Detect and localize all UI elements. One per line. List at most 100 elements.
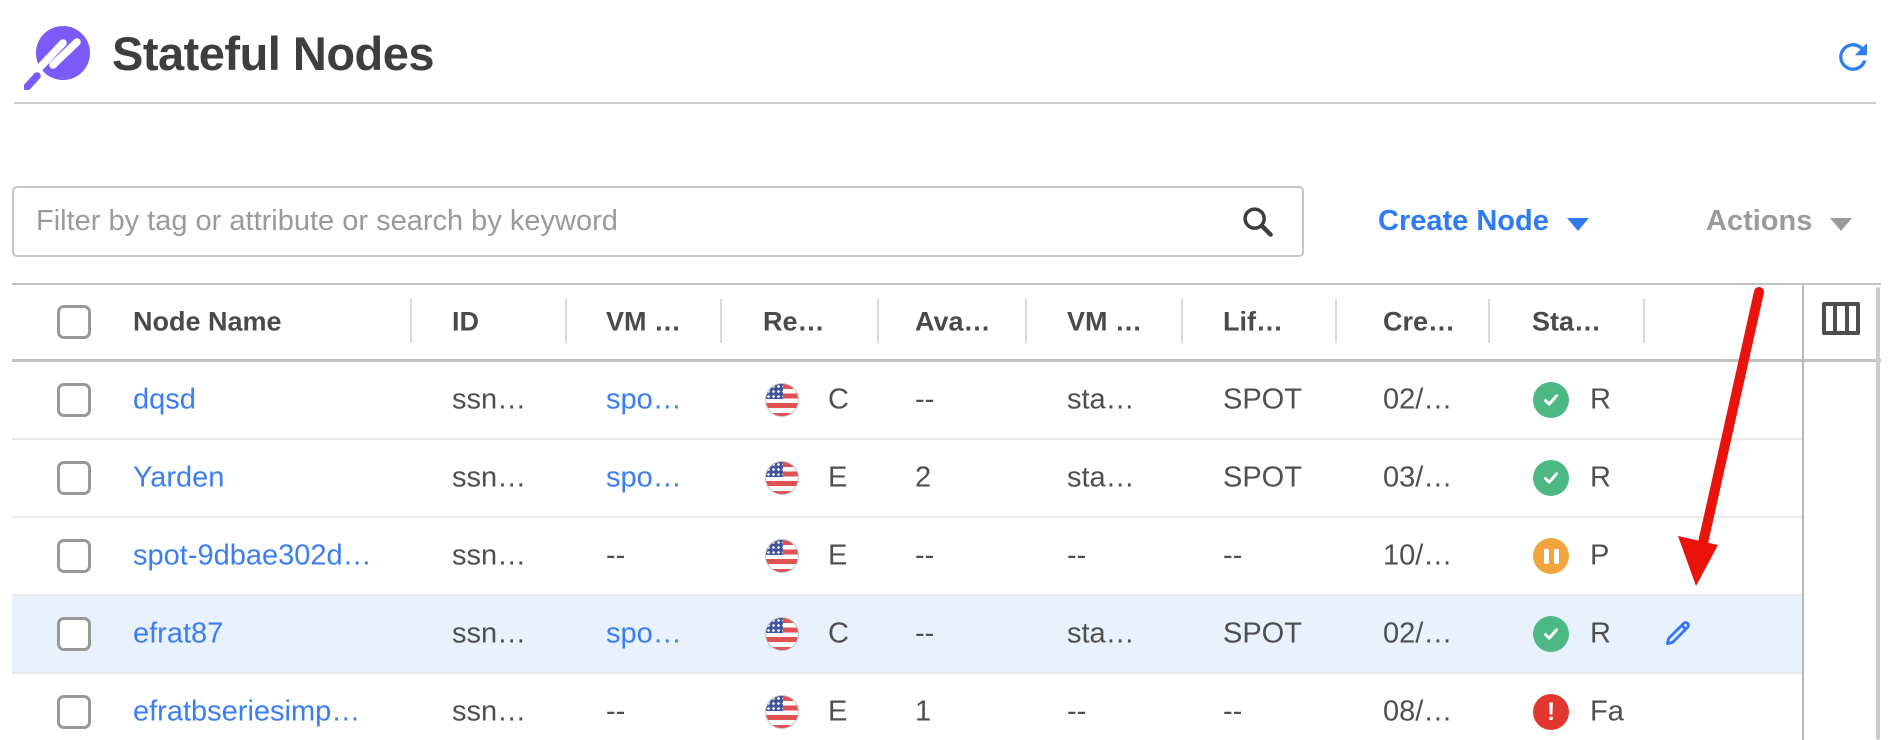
column-header[interactable]: Node Name (133, 307, 282, 338)
column-header[interactable]: Re… (763, 307, 825, 338)
availability-zone-cell: -- (915, 384, 934, 417)
status-running-icon (1533, 382, 1569, 418)
status-cell: R (1590, 462, 1642, 495)
row-checkbox[interactable] (57, 383, 91, 417)
actions-button[interactable]: Actions (1706, 186, 1852, 257)
filter-input[interactable] (12, 186, 1304, 257)
availability-zone-cell: 2 (915, 462, 931, 495)
us-flag-icon (765, 383, 799, 417)
created-cell: 08/… (1383, 696, 1452, 729)
table-header-row: Node Name ID VM … Re… Ava… VM … Lif… Cre… Sta… (12, 285, 1802, 359)
availability-zone-cell: 1 (915, 696, 931, 729)
column-separator (1181, 299, 1183, 343)
status-running-icon (1533, 616, 1569, 652)
id-cell: ssn… (452, 462, 526, 495)
column-header[interactable]: Lif… (1223, 307, 1283, 338)
column-header[interactable]: VM … (606, 307, 681, 338)
columns-icon (1849, 306, 1856, 331)
vm-state-cell: sta… (1067, 384, 1135, 417)
column-header[interactable]: ID (452, 307, 479, 338)
node-name-link[interactable]: efrat87 (133, 618, 223, 651)
create-node-button[interactable]: Create Node (1378, 186, 1589, 257)
us-flag-icon (765, 617, 799, 651)
lifecycle-cell: -- (1223, 696, 1242, 729)
column-header[interactable]: VM … (1067, 307, 1142, 338)
status-failed-icon: ! (1533, 694, 1569, 730)
column-picker-button[interactable] (1822, 302, 1860, 335)
column-separator (877, 299, 879, 343)
column-separator (1488, 299, 1490, 343)
vm-cell[interactable]: spo… (606, 462, 682, 495)
table-row[interactable]: Yarden ssn… spo… E 2 sta… SPOT 03/… R (12, 440, 1802, 518)
region-cell: E (828, 540, 847, 573)
us-flag-icon (765, 539, 799, 573)
created-cell: 02/… (1383, 384, 1452, 417)
node-name-link[interactable]: spot-9dbae302d… (133, 540, 372, 573)
lifecycle-cell: SPOT (1223, 462, 1302, 495)
created-cell: 03/… (1383, 462, 1452, 495)
actions-column-divider (1802, 285, 1804, 740)
status-paused-icon (1533, 538, 1569, 574)
id-cell: ssn… (452, 618, 526, 651)
column-header[interactable]: Ava… (915, 307, 991, 338)
column-header[interactable]: Sta… (1532, 307, 1601, 338)
column-separator (410, 299, 412, 343)
us-flag-icon (765, 461, 799, 495)
vertical-scrollbar[interactable] (1876, 287, 1880, 740)
availability-zone-cell: -- (915, 618, 934, 651)
node-name-link[interactable]: dqsd (133, 384, 196, 417)
node-name-link[interactable]: Yarden (133, 462, 224, 495)
row-checkbox[interactable] (57, 695, 91, 729)
status-cell: Fa (1590, 696, 1642, 729)
region-cell: C (828, 618, 849, 651)
region-cell: E (828, 696, 847, 729)
vm-cell: -- (606, 540, 625, 573)
table-row[interactable]: dqsdssn…spo…C--sta…SPOT02/…R (12, 362, 1802, 440)
vm-state-cell: sta… (1067, 462, 1135, 495)
page-title: Stateful Nodes (112, 26, 434, 81)
id-cell: ssn… (452, 696, 526, 729)
actions-label: Actions (1706, 205, 1812, 238)
table-body: dqsd ssn… spo… C -- sta… SPOT 02/… R Yarden ssn… sp… (12, 362, 1802, 740)
refresh-icon (1832, 36, 1874, 78)
row-checkbox[interactable] (57, 539, 91, 573)
id-cell: ssn… (452, 540, 526, 573)
lifecycle-cell: SPOT (1223, 618, 1302, 651)
status-running-icon (1533, 460, 1569, 496)
vm-cell[interactable]: spo… (606, 618, 682, 651)
column-separator (1335, 299, 1337, 343)
columns-icon (1826, 306, 1833, 331)
availability-zone-cell: -- (915, 540, 934, 573)
column-separator (565, 299, 567, 343)
column-separator (720, 299, 722, 343)
vm-cell[interactable]: spo… (606, 384, 682, 417)
vm-state-cell: -- (1067, 696, 1086, 729)
created-cell: 02/… (1383, 618, 1452, 651)
edit-pencil-button[interactable] (1660, 616, 1696, 652)
status-cell: R (1590, 618, 1642, 651)
create-node-label: Create Node (1378, 205, 1549, 238)
chevron-down-icon (1830, 218, 1852, 231)
column-separator (1025, 299, 1027, 343)
select-all-checkbox[interactable] (57, 305, 91, 339)
row-checkbox[interactable] (57, 461, 91, 495)
node-name-link[interactable]: efratbseriesimp… (133, 696, 360, 729)
table-row[interactable]: spot-9dbae302d…ssn…--E------10/…P (12, 518, 1802, 596)
status-cell: R (1590, 384, 1642, 417)
id-cell: ssn… (452, 384, 526, 417)
vm-state-cell: sta… (1067, 618, 1135, 651)
lifecycle-cell: SPOT (1223, 384, 1302, 417)
lifecycle-cell: -- (1223, 540, 1242, 573)
table-row[interactable]: efratbseriesimp…ssn…--E1----08/…!Fa (12, 674, 1802, 740)
row-checkbox[interactable] (57, 617, 91, 651)
spot-logo-icon (24, 18, 100, 90)
column-header[interactable]: Cre… (1383, 307, 1455, 338)
table-row[interactable]: efrat87 ssn… spo… C -- sta… SPOT 02/… R (12, 596, 1802, 674)
status-cell: P (1590, 540, 1642, 573)
refresh-button[interactable] (1832, 36, 1874, 78)
column-separator (1643, 299, 1645, 343)
region-cell: E (828, 462, 847, 495)
chevron-down-icon (1567, 218, 1589, 231)
created-cell: 10/… (1383, 540, 1452, 573)
header-divider (14, 102, 1876, 104)
